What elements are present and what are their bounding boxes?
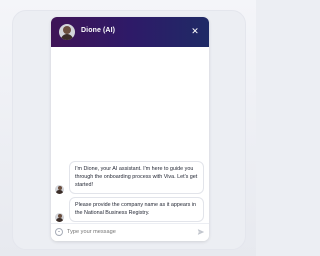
message-bubble: I'm Dione, your AI assistant. I'm here t… bbox=[69, 161, 204, 194]
avatar-body bbox=[61, 34, 73, 40]
message-composer bbox=[51, 223, 209, 241]
close-icon[interactable]: ✕ bbox=[189, 25, 201, 37]
emoji-icon[interactable] bbox=[55, 228, 63, 236]
chat-widget: Dione (AI) ✕ I'm Dione, your AI assistan… bbox=[51, 17, 209, 241]
assistant-avatar bbox=[59, 24, 75, 40]
avatar-head bbox=[63, 26, 71, 34]
chat-header: Dione (AI) ✕ bbox=[51, 17, 209, 47]
message-avatar bbox=[55, 185, 64, 194]
send-icon[interactable] bbox=[197, 228, 205, 236]
message-bubble: Please provide the company name as it ap… bbox=[69, 197, 204, 222]
chat-title: Dione (AI) bbox=[81, 27, 116, 34]
message-input[interactable] bbox=[67, 227, 187, 237]
message-avatar bbox=[55, 213, 64, 222]
message-list: I'm Dione, your AI assistant. I'm here t… bbox=[51, 47, 209, 234]
